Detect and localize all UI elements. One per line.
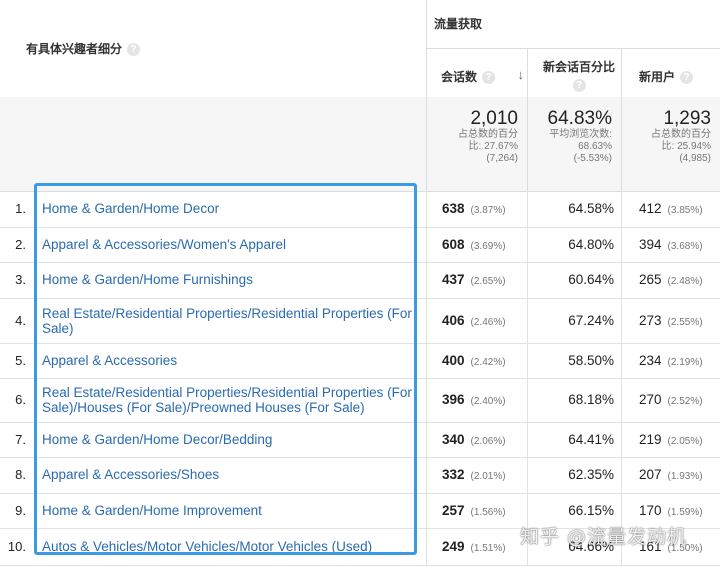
cell-sessions: 396 (2.40%) xyxy=(426,378,528,422)
watermark: 知乎 @流量发动机 xyxy=(520,526,688,548)
table-header: 有具体兴趣者细分? 流量获取 会话数? ↓ 新会话百分比 ? 新用户? xyxy=(0,0,720,98)
cell-new-session-pct: 68.18% xyxy=(527,378,622,422)
cell-new-session-pct: 64.58% xyxy=(527,191,622,227)
row-index: 9. xyxy=(15,503,26,518)
cell-new-session-pct: 64.41% xyxy=(527,422,622,457)
row-index: 3. xyxy=(15,272,26,287)
help-icon[interactable]: ? xyxy=(572,79,586,92)
row-index: 5. xyxy=(15,353,26,368)
row-index: 6. xyxy=(15,392,26,407)
help-icon[interactable]: ? xyxy=(680,71,694,85)
help-icon[interactable]: ? xyxy=(127,43,141,57)
cell-sessions: 638 (3.87%) xyxy=(426,191,528,227)
cell-new-users: 394 (3.68%) xyxy=(621,227,720,262)
cell-sessions: 340 (2.06%) xyxy=(426,422,528,457)
total-sessions: 2,010 占总数的百分 比: 27.67% (7,264) xyxy=(426,97,528,191)
row-index: 1. xyxy=(15,201,26,216)
cell-new-session-pct: 67.24% xyxy=(527,298,622,343)
cell-new-users: 270 (2.52%) xyxy=(621,378,720,422)
cell-new-session-pct: 62.35% xyxy=(527,457,622,493)
row-index: 2. xyxy=(15,237,26,252)
cell-new-users: 207 (1.93%) xyxy=(621,457,720,493)
column-header-sessions[interactable]: 会话数? ↓ xyxy=(426,48,528,98)
cell-sessions: 437 (2.65%) xyxy=(426,262,528,298)
row-index: 7. xyxy=(15,432,26,447)
total-new-users: 1,293 占总数的百分 比: 25.94% (4,985) xyxy=(621,97,720,191)
totals-row: 2,010 占总数的百分 比: 27.67% (7,264) 64.83% 平均… xyxy=(0,97,720,192)
cell-sessions: 332 (2.01%) xyxy=(426,457,528,493)
row-index: 10. xyxy=(7,539,26,554)
sort-desc-icon[interactable]: ↓ xyxy=(518,67,525,82)
cell-sessions: 400 (2.42%) xyxy=(426,343,528,378)
row-index: 8. xyxy=(15,467,26,482)
cell-new-session-pct: 60.64% xyxy=(527,262,622,298)
cell-new-users: 234 (2.19%) xyxy=(621,343,720,378)
column-header-new-session-pct[interactable]: 新会话百分比 ? xyxy=(527,48,622,98)
highlight-box xyxy=(34,183,417,555)
cell-sessions: 249 (1.51%) xyxy=(426,528,528,565)
help-icon[interactable]: ? xyxy=(482,71,496,85)
cell-new-users: 412 (3.85%) xyxy=(621,191,720,227)
cell-new-session-pct: 64.80% xyxy=(527,227,622,262)
cell-new-session-pct: 58.50% xyxy=(527,343,622,378)
cell-new-users: 219 (2.05%) xyxy=(621,422,720,457)
cell-new-users: 265 (2.48%) xyxy=(621,262,720,298)
column-header-new-users[interactable]: 新用户? xyxy=(621,48,720,98)
cell-sessions: 608 (3.69%) xyxy=(426,227,528,262)
cell-sessions: 257 (1.56%) xyxy=(426,493,528,528)
dimension-header[interactable]: 有具体兴趣者细分? xyxy=(26,40,141,57)
row-index: 4. xyxy=(15,313,26,328)
total-new-session-pct: 64.83% 平均浏览次数: 68.63% (-5.53%) xyxy=(527,97,622,191)
cell-new-users: 273 (2.55%) xyxy=(621,298,720,343)
group-header-acquisition: 流量获取 xyxy=(426,0,720,48)
cell-sessions: 406 (2.46%) xyxy=(426,298,528,343)
